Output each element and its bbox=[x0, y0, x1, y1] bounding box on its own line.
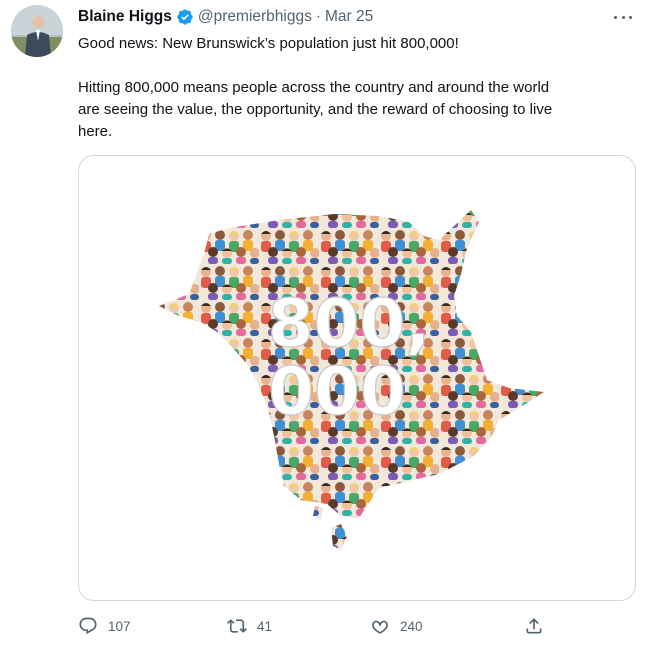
author-handle[interactable]: @premierbhiggs bbox=[198, 8, 312, 26]
avatar[interactable] bbox=[11, 5, 63, 57]
population-map-graphic: 800, 000 bbox=[159, 210, 544, 550]
like-icon bbox=[372, 620, 388, 634]
separator-dot: · bbox=[315, 8, 322, 25]
tweet-text-line: Hitting 800,000 means people across the … bbox=[78, 79, 550, 96]
reply-count: 107 bbox=[108, 618, 131, 634]
share-icon bbox=[526, 618, 542, 634]
author-name[interactable]: Blaine Higgs bbox=[78, 8, 172, 26]
like-count: 240 bbox=[400, 618, 423, 634]
retweet-icon bbox=[227, 619, 247, 633]
tweet-text-line: here. bbox=[78, 123, 113, 140]
tweet-date[interactable]: Mar 25 bbox=[325, 8, 373, 26]
more-dot bbox=[629, 15, 632, 19]
retweet-count: 41 bbox=[257, 618, 273, 634]
reply-icon bbox=[79, 617, 97, 635]
tweet-header: Blaine Higgs @premierbhiggs · Mar 25 bbox=[78, 6, 373, 28]
tweet-text-line: Good news: New Brunswick’s population ju… bbox=[78, 35, 459, 52]
share-button[interactable] bbox=[524, 612, 554, 640]
tweet-text-line: are seeing the value, the opportunity, a… bbox=[78, 101, 553, 118]
like-button[interactable]: 240 bbox=[370, 612, 423, 640]
more-dot bbox=[614, 15, 617, 19]
overlay-line-2: 000 bbox=[268, 353, 406, 430]
tweet-actions: 107 41 240 bbox=[78, 612, 634, 640]
avatar-photo bbox=[11, 5, 63, 57]
more-options-icon[interactable] bbox=[612, 8, 634, 26]
tweet-card[interactable]: Blaine Higgs @premierbhiggs · Mar 25 Goo… bbox=[0, 0, 654, 651]
reply-button[interactable]: 107 bbox=[78, 612, 131, 640]
overlay-line-1: 800, bbox=[268, 285, 431, 362]
verified-badge-icon bbox=[177, 9, 193, 25]
retweet-button[interactable]: 41 bbox=[227, 612, 272, 640]
more-dot bbox=[621, 15, 625, 19]
tweet-media-image[interactable]: 800, 000 bbox=[78, 155, 636, 601]
